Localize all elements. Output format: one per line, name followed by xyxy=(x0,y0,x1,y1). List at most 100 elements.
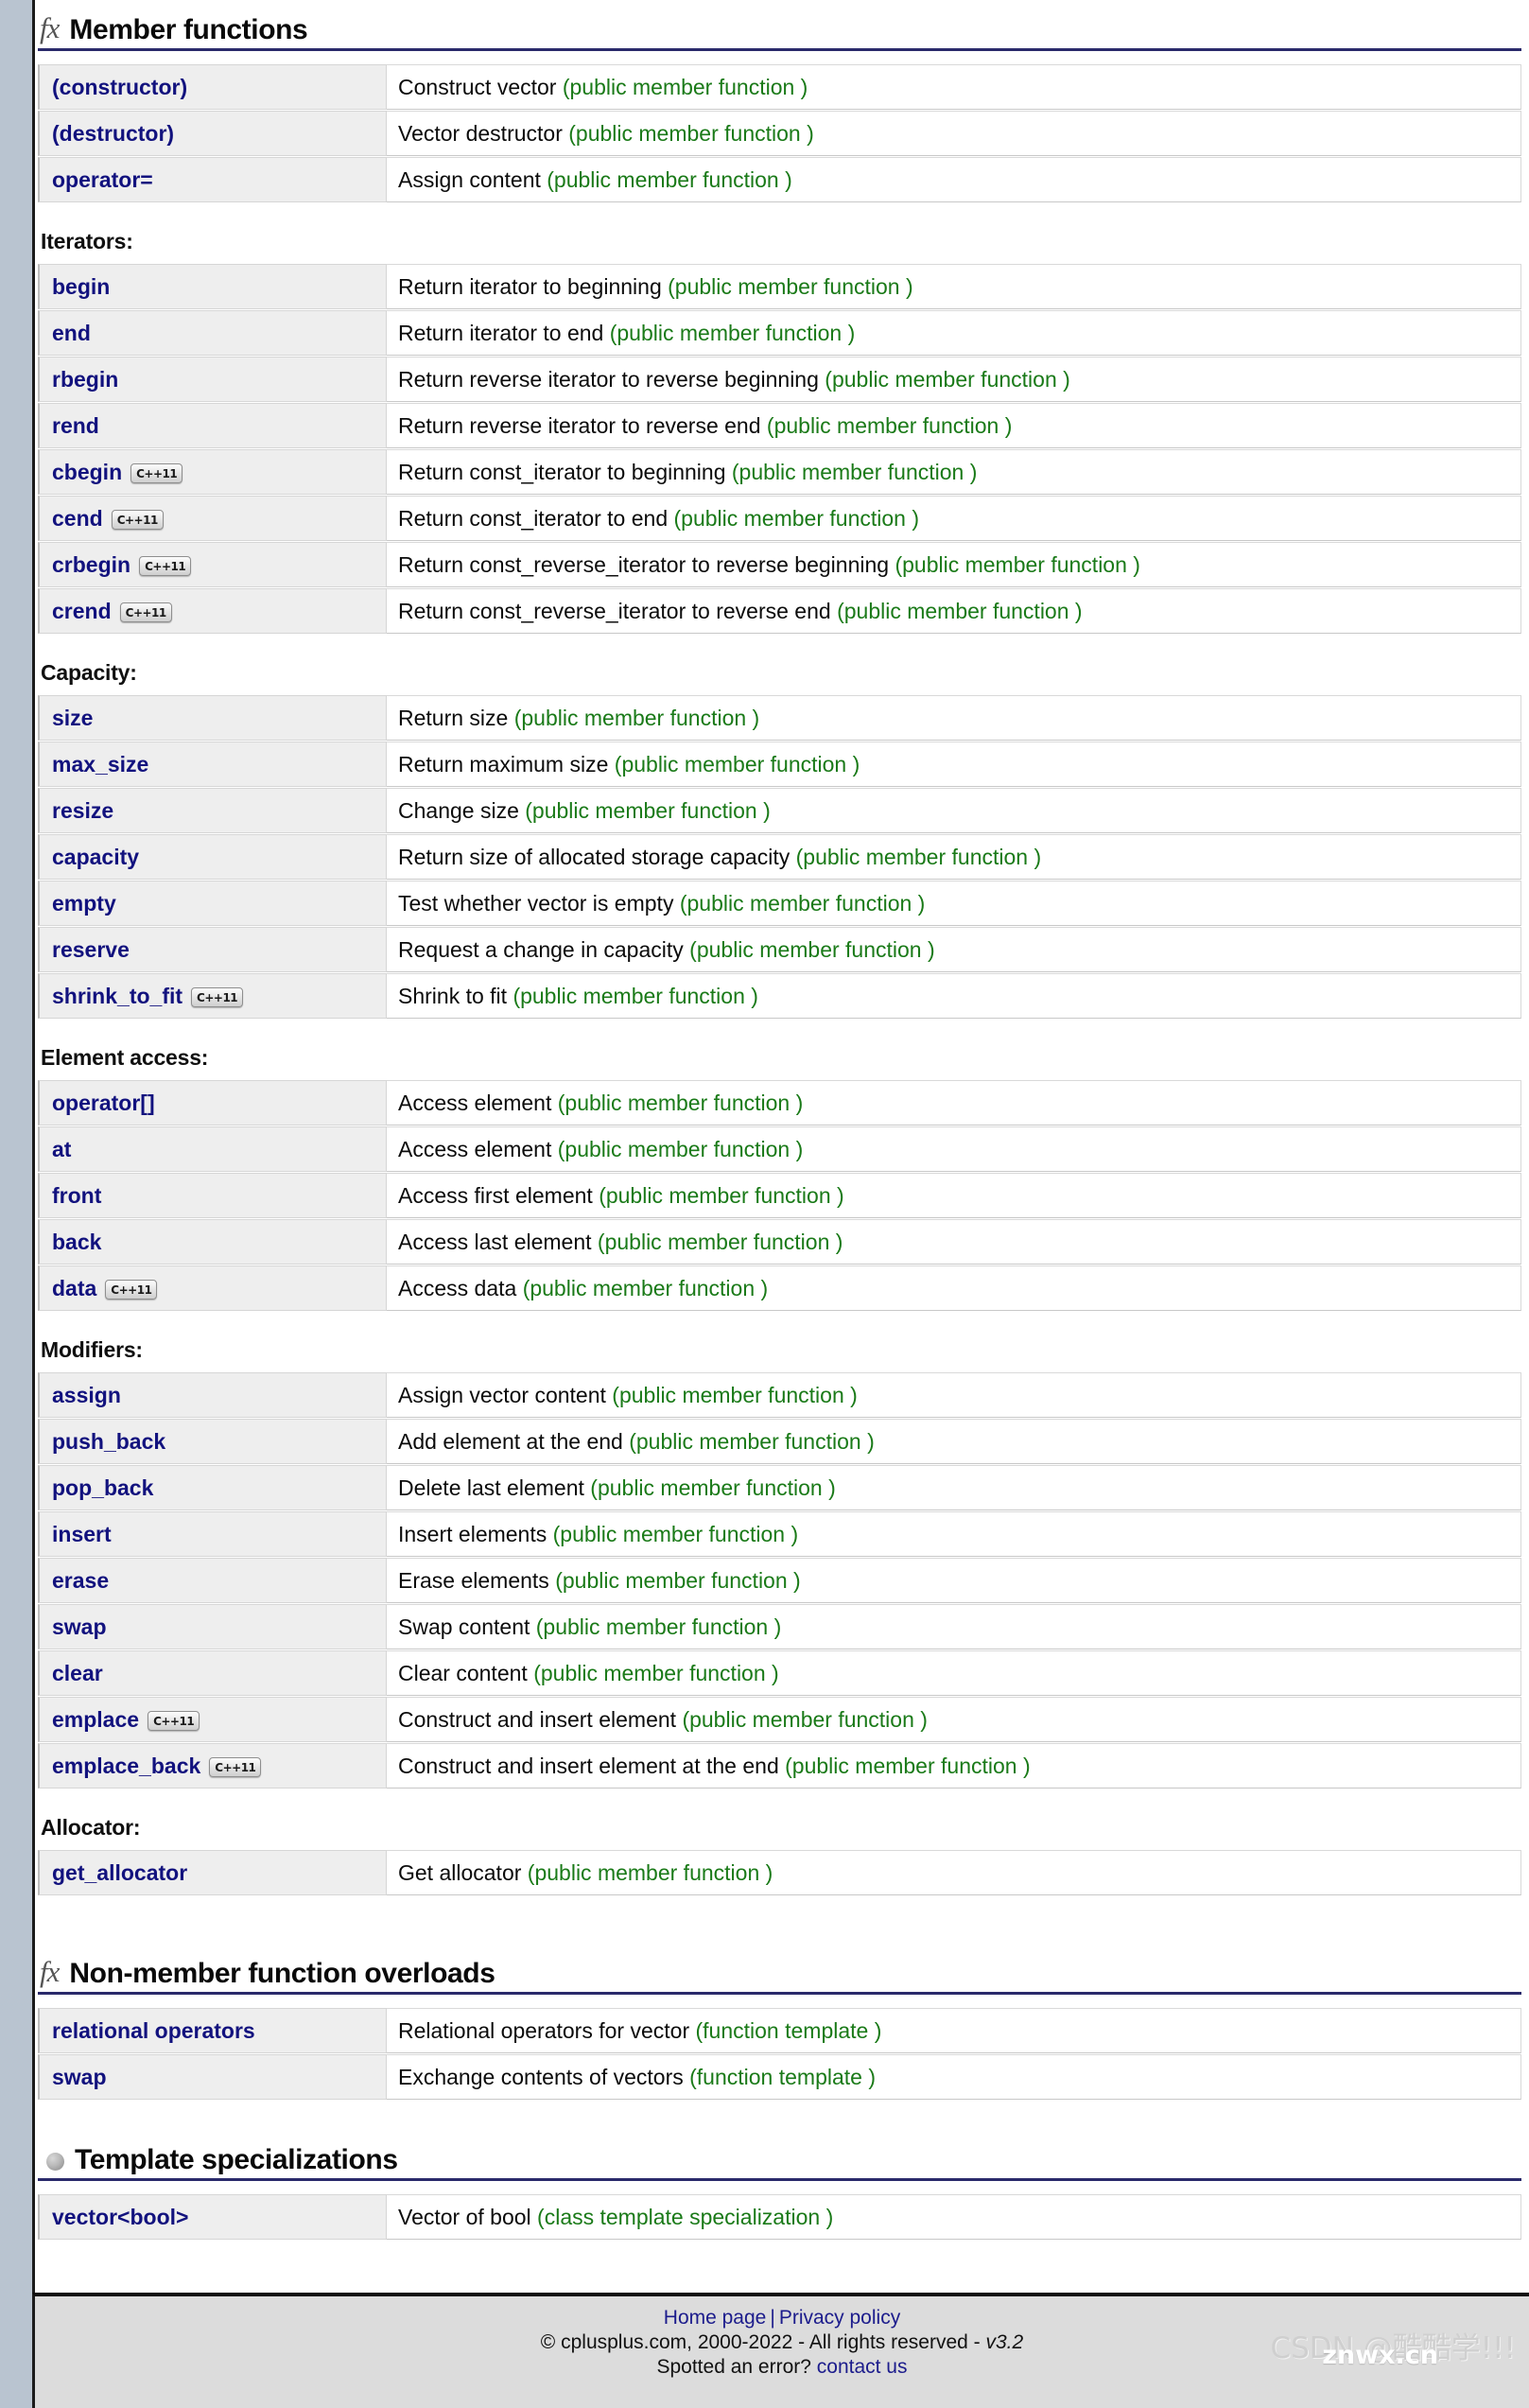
table-row[interactable]: reserve Request a change in capacity (pub… xyxy=(38,927,1521,972)
table-row[interactable]: rend Return reverse iterator to reverse e… xyxy=(38,403,1521,448)
home-page-link[interactable]: Home page xyxy=(664,2307,767,2329)
function-name-link[interactable]: emplace xyxy=(52,1707,139,1732)
function-name-cell[interactable]: insert xyxy=(38,1511,387,1557)
function-name-link[interactable]: swap xyxy=(52,2065,107,2089)
function-name-cell[interactable]: size xyxy=(38,695,387,741)
function-name-link[interactable]: push_back xyxy=(52,1429,165,1454)
contact-us-link[interactable]: contact us xyxy=(817,2356,908,2378)
function-name-link[interactable]: front xyxy=(52,1183,101,1208)
table-row[interactable]: operator= Assign content (public member f… xyxy=(38,157,1521,202)
table-row[interactable]: size Return size (public member function … xyxy=(38,695,1521,741)
table-row[interactable]: crend C++11 Return const_reverse_iterator … xyxy=(38,588,1521,634)
function-name-link[interactable]: emplace_back xyxy=(52,1754,200,1778)
function-name-link[interactable]: capacity xyxy=(52,845,139,869)
function-name-cell[interactable]: operator[] xyxy=(38,1080,387,1125)
function-name-cell[interactable]: crbegin C++11 xyxy=(38,542,387,587)
function-name-cell[interactable]: cend C++11 xyxy=(38,496,387,541)
function-name-link[interactable]: empty xyxy=(52,891,116,916)
function-name-link[interactable]: assign xyxy=(52,1383,121,1407)
privacy-policy-link[interactable]: Privacy policy xyxy=(779,2307,900,2329)
function-name-link[interactable]: begin xyxy=(52,274,110,299)
function-name-link[interactable]: crbegin xyxy=(52,552,130,577)
table-row[interactable]: swap Exchange contents of vectors (functi… xyxy=(38,2054,1521,2100)
function-name-cell[interactable]: relational operators xyxy=(38,2008,387,2053)
function-name-link[interactable]: data xyxy=(52,1276,96,1300)
table-row[interactable]: clear Clear content (public member functi… xyxy=(38,1650,1521,1696)
function-name-cell[interactable]: max_size xyxy=(38,742,387,787)
function-name-cell[interactable]: crend C++11 xyxy=(38,588,387,634)
function-name-link[interactable]: (destructor) xyxy=(52,121,174,146)
function-name-link[interactable]: swap xyxy=(52,1614,107,1639)
function-name-cell[interactable]: shrink_to_fit C++11 xyxy=(38,973,387,1019)
function-name-link[interactable]: crend xyxy=(52,599,112,623)
table-row[interactable]: empty Test whether vector is empty (publi… xyxy=(38,881,1521,926)
function-name-cell[interactable]: begin xyxy=(38,264,387,309)
function-name-cell[interactable]: (constructor) xyxy=(38,64,387,110)
table-row[interactable]: relational operators Relational operators… xyxy=(38,2008,1521,2053)
function-name-cell[interactable]: at xyxy=(38,1126,387,1172)
table-row[interactable]: resize Change size (public member functio… xyxy=(38,788,1521,833)
table-row[interactable]: back Access last element (public member f… xyxy=(38,1219,1521,1265)
function-name-cell[interactable]: end xyxy=(38,310,387,356)
function-name-cell[interactable]: back xyxy=(38,1219,387,1265)
table-row[interactable]: rbegin Return reverse iterator to reverse… xyxy=(38,357,1521,402)
function-name-link[interactable]: insert xyxy=(52,1522,112,1546)
table-row[interactable]: assign Assign vector content (public memb… xyxy=(38,1372,1521,1418)
function-name-cell[interactable]: emplace_back C++11 xyxy=(38,1743,387,1789)
function-name-link[interactable]: reserve xyxy=(52,937,130,962)
table-row[interactable]: (constructor) Construct vector (public me… xyxy=(38,64,1521,110)
table-row[interactable]: cend C++11 Return const_iterator to end (p… xyxy=(38,496,1521,541)
function-name-link[interactable]: back xyxy=(52,1230,101,1254)
function-name-cell[interactable]: clear xyxy=(38,1650,387,1696)
function-name-link[interactable]: (constructor) xyxy=(52,75,187,99)
function-name-cell[interactable]: get_allocator xyxy=(38,1850,387,1895)
function-name-link[interactable]: erase xyxy=(52,1568,109,1593)
table-row[interactable]: swap Swap content (public member function… xyxy=(38,1604,1521,1649)
table-row[interactable]: get_allocator Get allocator (public membe… xyxy=(38,1850,1521,1895)
table-row[interactable]: front Access first element (public member… xyxy=(38,1173,1521,1218)
function-name-cell[interactable]: pop_back xyxy=(38,1465,387,1510)
table-row[interactable]: begin Return iterator to beginning (publi… xyxy=(38,264,1521,309)
table-row[interactable]: operator[] Access element (public member … xyxy=(38,1080,1521,1125)
function-name-link[interactable]: operator= xyxy=(52,167,153,192)
function-name-link[interactable]: shrink_to_fit xyxy=(52,984,182,1008)
function-name-cell[interactable]: reserve xyxy=(38,927,387,972)
function-name-cell[interactable]: rbegin xyxy=(38,357,387,402)
function-name-cell[interactable]: operator= xyxy=(38,157,387,202)
function-name-cell[interactable]: cbegin C++11 xyxy=(38,449,387,495)
function-name-link[interactable]: max_size xyxy=(52,752,148,776)
table-row[interactable]: emplace_back C++11 Construct and insert el… xyxy=(38,1743,1521,1789)
table-row[interactable]: data C++11 Access data (public member func… xyxy=(38,1265,1521,1311)
function-name-link[interactable]: get_allocator xyxy=(52,1860,187,1885)
table-row[interactable]: pop_back Delete last element (public memb… xyxy=(38,1465,1521,1510)
table-row[interactable]: end Return iterator to end (public member… xyxy=(38,310,1521,356)
function-name-cell[interactable]: capacity xyxy=(38,834,387,880)
function-name-link[interactable]: rend xyxy=(52,413,99,438)
function-name-link[interactable]: cbegin xyxy=(52,460,122,484)
function-name-cell[interactable]: push_back xyxy=(38,1419,387,1464)
table-row[interactable]: crbegin C++11 Return const_reverse_iterato… xyxy=(38,542,1521,587)
table-row[interactable]: shrink_to_fit C++11 Shrink to fit (public … xyxy=(38,973,1521,1019)
function-name-cell[interactable]: assign xyxy=(38,1372,387,1418)
function-name-link[interactable]: pop_back xyxy=(52,1475,153,1500)
table-row[interactable]: at Access element (public member function… xyxy=(38,1126,1521,1172)
function-name-link[interactable]: at xyxy=(52,1137,71,1161)
table-row[interactable]: emplace C++11 Construct and insert element… xyxy=(38,1697,1521,1742)
function-name-cell[interactable]: swap xyxy=(38,1604,387,1649)
function-name-link[interactable]: size xyxy=(52,706,93,730)
function-name-cell[interactable]: erase xyxy=(38,1558,387,1603)
function-name-link[interactable]: resize xyxy=(52,798,113,823)
function-name-link[interactable]: rbegin xyxy=(52,367,118,392)
table-row[interactable]: max_size Return maximum size (public memb… xyxy=(38,742,1521,787)
table-row[interactable]: capacity Return size of allocated storage… xyxy=(38,834,1521,880)
function-name-cell[interactable]: emplace C++11 xyxy=(38,1697,387,1742)
function-name-cell[interactable]: swap xyxy=(38,2054,387,2100)
function-name-cell[interactable]: rend xyxy=(38,403,387,448)
function-name-link[interactable]: clear xyxy=(52,1661,103,1685)
function-name-cell[interactable]: vector<bool> xyxy=(38,2194,387,2240)
table-row[interactable]: (destructor) Vector destructor (public me… xyxy=(38,111,1521,156)
function-name-link[interactable]: vector<bool> xyxy=(52,2205,188,2229)
function-name-cell[interactable]: front xyxy=(38,1173,387,1218)
function-name-link[interactable]: cend xyxy=(52,506,103,531)
function-name-cell[interactable]: empty xyxy=(38,881,387,926)
